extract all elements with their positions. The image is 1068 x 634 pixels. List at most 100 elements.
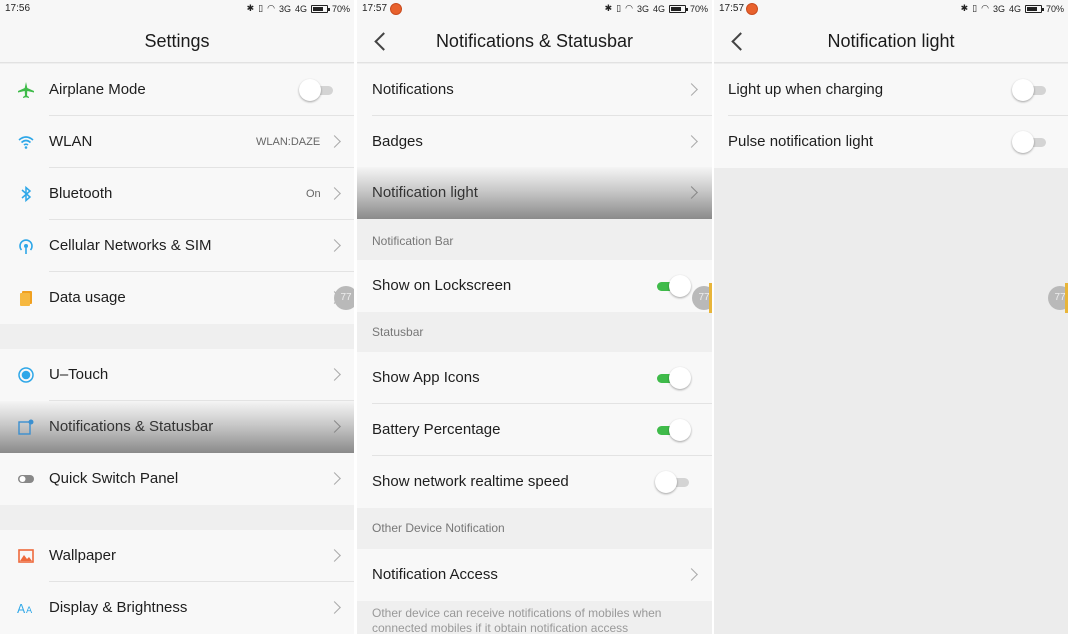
edge-indicator <box>709 283 712 313</box>
settings-item-label: Wallpaper <box>49 547 116 564</box>
chevron-right-icon <box>328 420 341 433</box>
display-icon: AA <box>17 602 33 616</box>
settings-item-label: Cellular Networks & SIM <box>49 237 212 254</box>
settings-item-data-usage[interactable]: Data usage <box>0 272 354 324</box>
settings-item-quick-switch-panel[interactable]: Quick Switch Panel <box>0 453 354 505</box>
setting-show-on-lockscreen[interactable]: Show on Lockscreen <box>357 260 712 312</box>
setting-show-app-icons[interactable]: Show App Icons <box>357 352 712 404</box>
wifi-status-icon: ◠ <box>267 3 275 13</box>
signal-4g: 4G <box>652 3 665 14</box>
show-app-icons-toggle[interactable] <box>655 367 691 389</box>
network-speed-toggle[interactable] <box>655 471 691 493</box>
setting-label: Battery Percentage <box>372 421 501 438</box>
menu-item-notification-access[interactable]: Notification Access <box>357 549 712 601</box>
battery-percent: 70% <box>1045 3 1064 14</box>
airplane-icon <box>18 82 34 98</box>
settings-item-label: Airplane Mode <box>49 81 146 98</box>
bluetooth-icon <box>21 185 32 203</box>
settings-item-label: Data usage <box>49 289 126 306</box>
battery-icon <box>668 4 688 13</box>
section-title: Notification Bar <box>372 234 454 248</box>
title-bar: Settings <box>0 18 354 63</box>
section-header-other-device: Other Device Notification <box>357 508 712 549</box>
status-icons: ✱ ▯ ◠ 3G 4G 70% <box>247 3 350 14</box>
signal-4g: 4G <box>1008 3 1021 14</box>
setting-label: Show network realtime speed <box>372 473 569 490</box>
menu-item-badges[interactable]: Badges <box>357 116 712 168</box>
signal-4g: 4G <box>294 3 307 14</box>
signal-3g: 3G <box>278 3 291 14</box>
menu-item-label: Notification light <box>372 184 478 201</box>
section-title: Other Device Notification <box>372 521 505 535</box>
status-bar: 17:56 ✱ ▯ ◠ 3G 4G 70% <box>0 0 354 18</box>
title-bar: Notifications & Statusbar <box>357 18 712 63</box>
show-on-lockscreen-toggle[interactable] <box>655 275 691 297</box>
battery-icon <box>1024 4 1044 13</box>
chevron-right-icon <box>328 472 341 485</box>
notification-access-description: Other device can receive notifications o… <box>372 606 662 634</box>
signal-3g: 3G <box>992 3 1005 14</box>
setting-label: Show App Icons <box>372 369 480 386</box>
setting-battery-percentage[interactable]: Battery Percentage <box>357 404 712 456</box>
settings-item-cellular[interactable]: Cellular Networks & SIM <box>0 220 354 272</box>
svg-text:A: A <box>26 606 33 616</box>
bluetooth-status-icon: ✱ <box>246 3 255 13</box>
setting-network-realtime-speed[interactable]: Show network realtime speed <box>357 456 712 508</box>
status-bar: 17:57 ✱ ▯ ◠ 3G 4G 70% <box>357 0 712 18</box>
chevron-right-icon <box>685 568 698 581</box>
chevron-right-icon <box>328 368 341 381</box>
vibrate-icon: ▯ <box>258 3 264 13</box>
settings-item-label: Notifications & Statusbar <box>49 418 214 435</box>
settings-item-bluetooth[interactable]: Bluetooth On <box>0 168 354 220</box>
notification-badge-icon <box>746 3 758 15</box>
page-title: Settings <box>144 31 210 51</box>
setting-pulse-notification-light[interactable]: Pulse notification light <box>714 116 1068 168</box>
settings-item-wlan[interactable]: WLAN WLAN:DAZE <box>0 116 354 168</box>
wifi-status-icon: ◠ <box>981 3 989 13</box>
notifications-statusbar-screen: 17:57 ✱ ▯ ◠ 3G 4G 70% Notifications & St… <box>357 0 712 634</box>
section-title: Statusbar <box>372 325 424 339</box>
setting-label: Pulse notification light <box>728 133 874 150</box>
settings-item-u-touch[interactable]: U–Touch <box>0 349 354 401</box>
settings-item-label: Display & Brightness <box>49 599 188 616</box>
settings-screen: 17:56 ✱ ▯ ◠ 3G 4G 70% Settings Airplane … <box>0 0 354 634</box>
notifications-icon <box>18 419 34 435</box>
page-title: Notifications & Statusbar <box>435 31 634 51</box>
menu-item-label: Notifications <box>372 81 454 98</box>
chevron-right-icon <box>685 186 698 199</box>
section-header-notification-bar: Notification Bar <box>357 221 712 260</box>
settings-item-label: Bluetooth <box>49 185 113 202</box>
chevron-right-icon <box>685 135 698 148</box>
settings-item-label: WLAN <box>49 133 93 150</box>
notification-badge-icon <box>390 3 402 15</box>
chevron-right-icon <box>328 549 341 562</box>
pulse-light-toggle[interactable] <box>1012 131 1048 153</box>
battery-percent: 70% <box>689 3 708 14</box>
setting-label: Show on Lockscreen <box>372 277 512 294</box>
settings-item-display-brightness[interactable]: AA Display & Brightness <box>0 582 354 634</box>
battery-percentage-toggle[interactable] <box>655 419 691 441</box>
settings-item-notifications-statusbar[interactable]: Notifications & Statusbar <box>0 401 354 453</box>
settings-item-label: Quick Switch Panel <box>49 470 179 487</box>
cellular-icon <box>19 239 33 254</box>
wifi-icon <box>18 136 34 149</box>
chevron-right-icon <box>328 187 341 200</box>
airplane-mode-toggle[interactable] <box>299 79 335 101</box>
vibrate-icon: ▯ <box>616 3 622 13</box>
menu-item-label: Notification Access <box>372 566 498 583</box>
floating-assist-ball[interactable]: 77 <box>334 286 354 310</box>
setting-light-up-when-charging[interactable]: Light up when charging <box>714 64 1068 116</box>
battery-icon <box>310 4 330 13</box>
menu-item-notification-light[interactable]: Notification light <box>357 167 712 219</box>
menu-item-notifications[interactable]: Notifications <box>357 64 712 116</box>
notification-light-screen: 17:57 ✱ ▯ ◠ 3G 4G 70% Notification light… <box>714 0 1068 634</box>
status-icons: ✱ ▯ ◠ 3G 4G 70% <box>961 3 1064 14</box>
status-time: 17:57 <box>719 3 745 14</box>
light-up-charging-toggle[interactable] <box>1012 79 1048 101</box>
settings-item-label: U–Touch <box>49 366 109 383</box>
section-header-statusbar: Statusbar <box>357 312 712 352</box>
settings-item-wallpaper[interactable]: Wallpaper <box>0 530 354 582</box>
status-icons: ✱ ▯ ◠ 3G 4G 70% <box>605 3 708 14</box>
battery-percent: 70% <box>331 3 350 14</box>
settings-item-airplane-mode[interactable]: Airplane Mode <box>0 64 354 116</box>
